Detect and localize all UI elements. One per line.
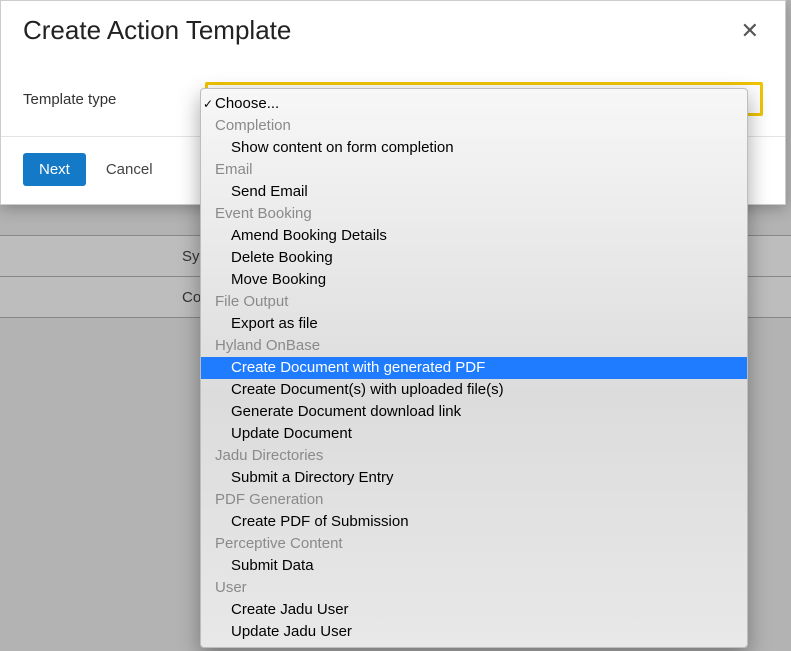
dropdown-option[interactable]: Move Booking	[201, 269, 747, 291]
dropdown-group-label: Jadu Directories	[201, 445, 747, 467]
modal-header: Create Action Template ✕	[1, 1, 785, 52]
dropdown-option[interactable]: Export as file	[201, 313, 747, 335]
dropdown-option[interactable]: Submit a Directory Entry	[201, 467, 747, 489]
dropdown-group-label: Hyland OnBase	[201, 335, 747, 357]
dropdown-option[interactable]: Submit Data	[201, 555, 747, 577]
modal-title: Create Action Template	[23, 15, 291, 46]
dropdown-group-label: User	[201, 577, 747, 599]
template-type-label: Template type	[23, 91, 173, 108]
dropdown-option[interactable]: Update Document	[201, 423, 747, 445]
dropdown-option[interactable]: Update Jadu User	[201, 621, 747, 643]
dropdown-group-label: Completion	[201, 115, 747, 137]
dropdown-option[interactable]: Amend Booking Details	[201, 225, 747, 247]
next-button[interactable]: Next	[23, 153, 86, 186]
dropdown-option[interactable]: Send Email	[201, 181, 747, 203]
dropdown-option[interactable]: Create Document(s) with uploaded file(s)	[201, 379, 747, 401]
template-type-dropdown[interactable]: Choose...CompletionShow content on form …	[200, 88, 748, 648]
dropdown-group-label: File Output	[201, 291, 747, 313]
dropdown-group-label: PDF Generation	[201, 489, 747, 511]
dropdown-group-label: Event Booking	[201, 203, 747, 225]
dropdown-option-choose[interactable]: Choose...	[201, 93, 747, 115]
dropdown-option[interactable]: Delete Booking	[201, 247, 747, 269]
cancel-button[interactable]: Cancel	[106, 161, 153, 178]
dropdown-option[interactable]: Create PDF of Submission	[201, 511, 747, 533]
close-icon[interactable]: ✕	[737, 16, 763, 46]
dropdown-group-label: Email	[201, 159, 747, 181]
dropdown-option[interactable]: Generate Document download link	[201, 401, 747, 423]
dropdown-option[interactable]: Create Document with generated PDF	[201, 357, 747, 379]
dropdown-group-label: Perceptive Content	[201, 533, 747, 555]
dropdown-option[interactable]: Create Jadu User	[201, 599, 747, 621]
dropdown-option[interactable]: Show content on form completion	[201, 137, 747, 159]
